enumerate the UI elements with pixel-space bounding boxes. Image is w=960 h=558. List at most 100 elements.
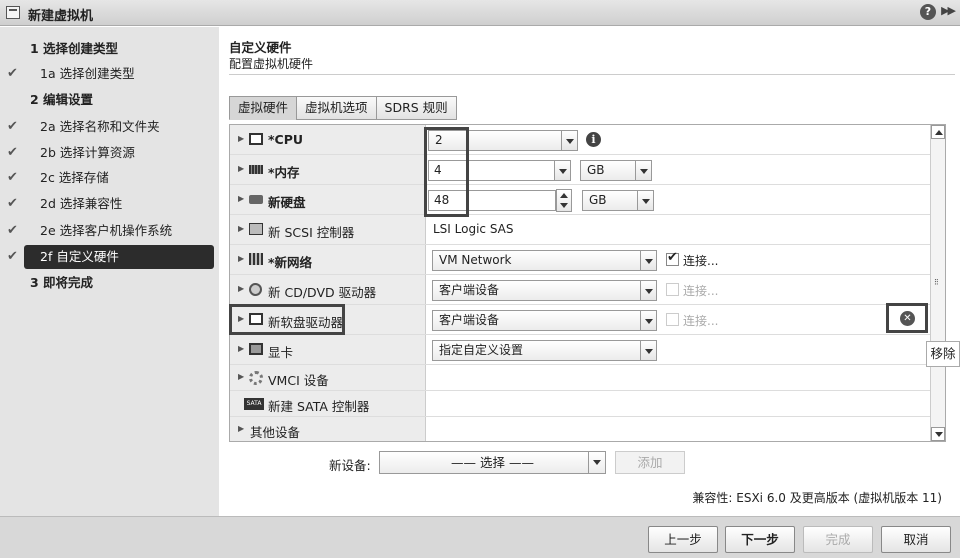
splitter-grip-icon[interactable]: ⁝⁝ bbox=[934, 278, 939, 288]
chevron-down-icon bbox=[640, 341, 656, 360]
header-divider bbox=[229, 74, 955, 75]
scroll-up-arrow-icon[interactable] bbox=[931, 125, 945, 139]
new-device-select-value: —— 选择 —— bbox=[451, 455, 534, 470]
cancel-button[interactable]: 取消 bbox=[881, 526, 951, 553]
check-icon: ✔ bbox=[7, 170, 18, 185]
remove-device-button[interactable]: ✕ bbox=[886, 303, 928, 333]
step-1[interactable]: 1 选择创建类型 bbox=[0, 37, 219, 61]
vmci-icon bbox=[249, 371, 263, 385]
expand-arrow-icon[interactable]: ▶ bbox=[238, 424, 244, 433]
finish-button[interactable]: 完成 bbox=[803, 526, 873, 553]
back-button[interactable]: 上一步 bbox=[648, 526, 718, 553]
expand-arrow-icon[interactable]: ▶ bbox=[238, 254, 244, 263]
step-2f[interactable]: ✔ 2f 自定义硬件 bbox=[7, 245, 214, 269]
check-icon: ✔ bbox=[7, 119, 18, 134]
vm-window-icon bbox=[6, 6, 20, 19]
hardware-table: ▶ *CPU 2 i ▶ *内存 4 GB ▶ 新硬盘 48 GB ▶ 新 SC… bbox=[229, 124, 946, 442]
add-device-button[interactable]: 添加 bbox=[615, 451, 685, 474]
disk-unit-select[interactable]: GB bbox=[582, 190, 654, 211]
next-button[interactable]: 下一步 bbox=[725, 526, 795, 553]
step-label: 2e 选择客户机操作系统 bbox=[40, 223, 173, 238]
floppy-connect-label: 连接... bbox=[683, 314, 719, 328]
network-value: VM Network bbox=[439, 253, 512, 267]
expand-arrow-icon[interactable]: ▶ bbox=[238, 164, 244, 173]
network-connect-checkbox[interactable] bbox=[666, 250, 679, 266]
content-panel: 自定义硬件 配置虚拟机硬件 虚拟硬件 虚拟机选项 SDRS 规则 ▶ *CPU … bbox=[219, 27, 960, 516]
help-icon[interactable]: ? bbox=[920, 4, 936, 20]
step-label: 1a 选择创建类型 bbox=[40, 66, 135, 81]
info-icon[interactable]: i bbox=[586, 132, 601, 147]
memory-unit-select[interactable]: GB bbox=[580, 160, 652, 181]
check-icon: ✔ bbox=[7, 223, 18, 238]
step-2b[interactable]: ✔ 2b 选择计算资源 bbox=[0, 141, 219, 165]
cpu-icon bbox=[249, 133, 263, 145]
step-label: 1 选择创建类型 bbox=[30, 41, 119, 56]
tab-sdrs-rules[interactable]: SDRS 规则 bbox=[375, 96, 457, 120]
compatibility-text: 兼容性: ESXi 6.0 及更高版本 (虚拟机版本 11) bbox=[692, 491, 942, 505]
other-devices-label: 其他设备 bbox=[250, 425, 301, 440]
floppy-connect-checkbox[interactable] bbox=[666, 313, 679, 326]
chevron-down-icon bbox=[635, 161, 651, 180]
expand-arrow-icon[interactable]: ▶ bbox=[238, 344, 244, 353]
video-select[interactable]: 指定自定义设置 bbox=[432, 340, 657, 361]
step-label: 2a 选择名称和文件夹 bbox=[40, 119, 160, 134]
memory-label: *内存 bbox=[268, 165, 300, 180]
cd-dvd-icon bbox=[249, 283, 262, 296]
memory-unit: GB bbox=[587, 163, 605, 177]
tab-bar: 虚拟硬件 虚拟机选项 SDRS 规则 bbox=[229, 96, 457, 120]
network-select[interactable]: VM Network bbox=[432, 250, 657, 271]
tab-vm-options[interactable]: 虚拟机选项 bbox=[296, 96, 376, 120]
step-label: 3 即将完成 bbox=[30, 275, 94, 290]
step-label: 2 编辑设置 bbox=[30, 92, 94, 107]
sata-controller-icon: SATA bbox=[244, 398, 264, 410]
check-icon: ✔ bbox=[7, 145, 18, 160]
remove-tooltip: 移除 bbox=[926, 341, 960, 367]
expand-arrow-icon[interactable]: ▶ bbox=[238, 372, 244, 381]
remove-circle-icon: ✕ bbox=[900, 311, 915, 326]
chevron-down-icon bbox=[561, 131, 577, 150]
tab-virtual-hardware[interactable]: 虚拟硬件 bbox=[229, 96, 297, 120]
hardware-row-scsi: ▶ 新 SCSI 控制器 LSI Logic SAS bbox=[230, 215, 930, 245]
video-card-icon bbox=[249, 343, 263, 355]
highlight-box-floppy bbox=[229, 304, 345, 335]
new-device-label: 新设备: bbox=[329, 458, 371, 473]
disk-size-stepper[interactable] bbox=[556, 189, 572, 212]
scsi-controller-icon bbox=[249, 223, 263, 235]
hardware-row-disk: ▶ 新硬盘 48 GB bbox=[230, 185, 930, 215]
step-1a[interactable]: ✔ 1a 选择创建类型 bbox=[0, 62, 219, 86]
cdrom-select[interactable]: 客户端设备 bbox=[432, 280, 657, 301]
page-subtitle: 配置虚拟机硬件 bbox=[229, 57, 314, 71]
new-device-select[interactable]: —— 选择 —— bbox=[379, 451, 606, 474]
step-2d[interactable]: ✔ 2d 选择兼容性 bbox=[0, 192, 219, 216]
expand-arrow-icon[interactable]: ▶ bbox=[238, 224, 244, 233]
memory-icon bbox=[249, 165, 263, 174]
hardware-row-vmci: ▶ VMCI 设备 bbox=[230, 365, 930, 391]
wizard-steps: 1 选择创建类型 ✔ 1a 选择创建类型 2 编辑设置 ✔ 2a 选择名称和文件… bbox=[0, 27, 219, 516]
vmci-label: VMCI 设备 bbox=[268, 373, 329, 388]
floppy-value: 客户端设备 bbox=[439, 313, 500, 327]
page-title: 自定义硬件 bbox=[229, 40, 292, 55]
expand-icon[interactable]: ▶▶ bbox=[941, 4, 956, 17]
hard-disk-icon bbox=[249, 195, 263, 204]
wizard-footer: 上一步 下一步 完成 取消 bbox=[0, 516, 960, 558]
expand-arrow-icon[interactable]: ▶ bbox=[238, 284, 244, 293]
sata-label: 新建 SATA 控制器 bbox=[268, 399, 370, 414]
step-3[interactable]: 3 即将完成 bbox=[0, 271, 219, 295]
disk-label: 新硬盘 bbox=[268, 195, 306, 210]
hardware-row-cdrom: ▶ 新 CD/DVD 驱动器 客户端设备 连接... bbox=[230, 275, 930, 305]
cdrom-connect-checkbox[interactable] bbox=[666, 283, 679, 296]
step-2c[interactable]: ✔ 2c 选择存储 bbox=[0, 166, 219, 190]
scroll-down-arrow-icon[interactable] bbox=[931, 427, 945, 441]
window-title: 新建虚拟机 bbox=[28, 9, 94, 24]
check-icon: ✔ bbox=[7, 196, 18, 211]
disk-unit: GB bbox=[589, 193, 607, 207]
floppy-select[interactable]: 客户端设备 bbox=[432, 310, 657, 331]
cdrom-connect-label: 连接... bbox=[683, 284, 719, 298]
hardware-row-other: ▶ 其他设备 bbox=[230, 417, 930, 441]
step-2[interactable]: 2 编辑设置 bbox=[0, 88, 219, 112]
highlight-box-values bbox=[424, 127, 469, 217]
step-2e[interactable]: ✔ 2e 选择客户机操作系统 bbox=[0, 219, 219, 243]
expand-arrow-icon[interactable]: ▶ bbox=[238, 194, 244, 203]
step-2a[interactable]: ✔ 2a 选择名称和文件夹 bbox=[0, 115, 219, 139]
expand-arrow-icon[interactable]: ▶ bbox=[238, 134, 244, 143]
